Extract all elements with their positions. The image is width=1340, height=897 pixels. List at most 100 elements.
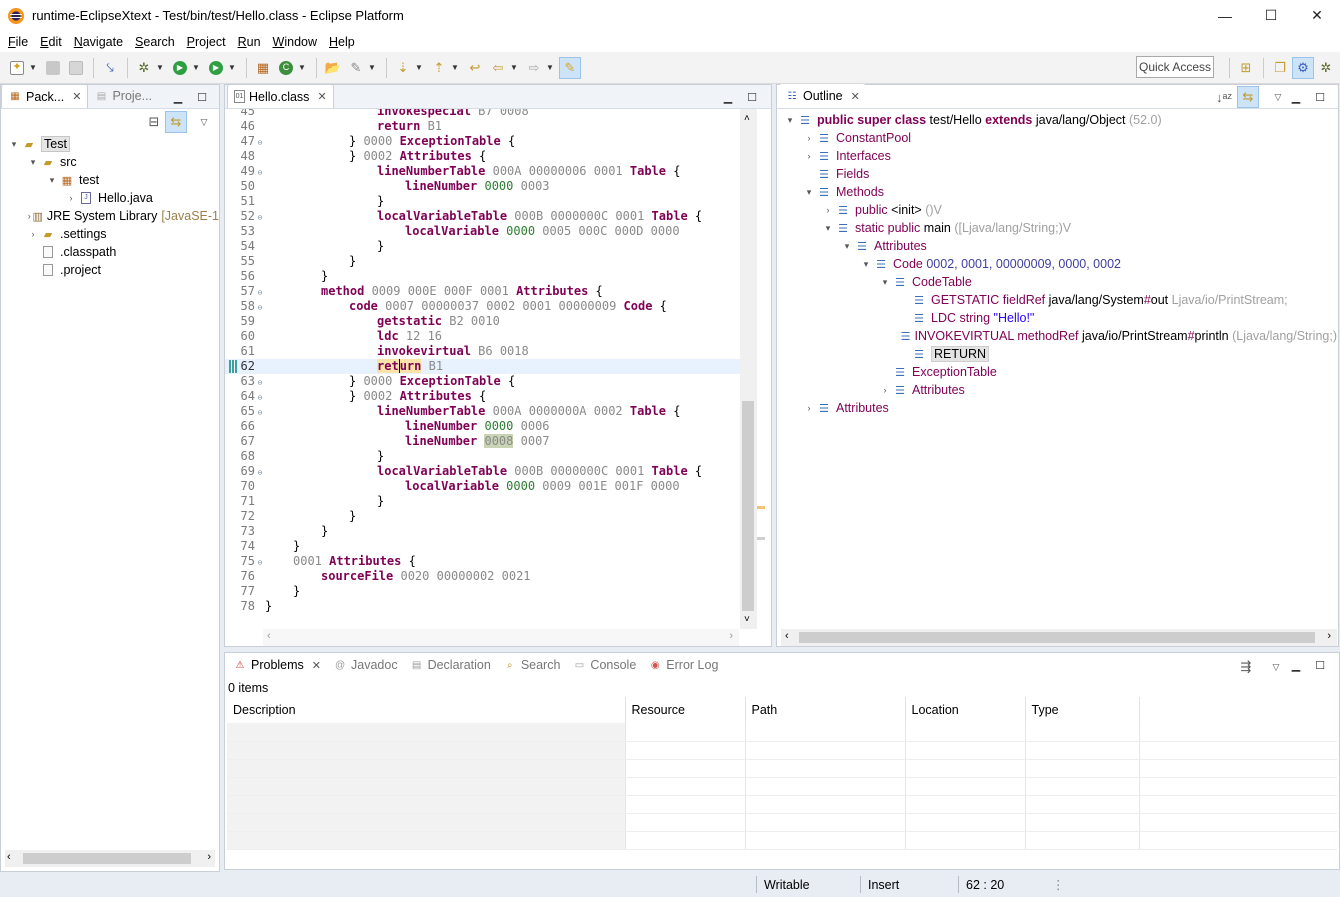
- code-line[interactable]: 76 sourceFile 0020 00000002 0021: [225, 569, 741, 584]
- outline-item[interactable]: ▾ ☰ CodeTable: [777, 273, 1337, 291]
- tab-console[interactable]: ▭ Console: [566, 653, 642, 677]
- external-tools-icon[interactable]: ▶: [205, 57, 227, 79]
- last-edit-location-icon[interactable]: ↩: [464, 57, 486, 79]
- resource-perspective-icon[interactable]: ❐: [1269, 57, 1291, 79]
- menu-edit[interactable]: Edit: [34, 35, 68, 49]
- tab-search[interactable]: ⌕ Search: [497, 653, 567, 677]
- open-perspective-icon[interactable]: ⊞: [1235, 57, 1257, 79]
- chevron-right-icon[interactable]: ›: [64, 193, 78, 203]
- menu-navigate[interactable]: Navigate: [68, 35, 129, 49]
- outline-item[interactable]: ☰ GETSTATIC fieldRef java/lang/System#out…: [777, 291, 1337, 309]
- previous-annotation-icon[interactable]: ⇡: [428, 57, 450, 79]
- code-line[interactable]: 50 lineNumber 0000 0003: [225, 179, 741, 194]
- tab-javadoc[interactable]: @ Javadoc: [327, 653, 404, 677]
- open-type-icon[interactable]: 📂: [322, 57, 344, 79]
- filter-icon[interactable]: ⇶: [1235, 656, 1257, 678]
- chevron-right-icon[interactable]: ›: [802, 133, 816, 143]
- fold-toggle-icon[interactable]: ⊖: [255, 405, 265, 420]
- back-dropdown-icon[interactable]: ▼: [510, 63, 519, 72]
- code-line[interactable]: 78}: [225, 599, 741, 614]
- chevron-down-icon[interactable]: ▾: [821, 223, 835, 234]
- tab-outline[interactable]: ☷ Outline ✕: [779, 84, 866, 108]
- debug-dropdown-icon[interactable]: ▼: [156, 63, 165, 72]
- menu-run[interactable]: Run: [232, 35, 267, 49]
- tab-hello-class[interactable]: 01 Hello.class ✕: [227, 84, 334, 108]
- code-line[interactable]: 58 ⊖ code 0007 00000037 0002 0001 00000009…: [225, 299, 741, 314]
- code-line[interactable]: 66 lineNumber 0000 0006: [225, 419, 741, 434]
- minimize-view-icon[interactable]: ▁: [1289, 90, 1303, 104]
- tab-declaration[interactable]: ▤ Declaration: [404, 653, 497, 677]
- code-line[interactable]: 72}: [225, 509, 741, 524]
- tree-item[interactable]: › J Hello.java: [1, 189, 219, 207]
- code-line[interactable]: 59 getstatic B2 0010: [225, 314, 741, 329]
- tab-error-log[interactable]: ◉ Error Log: [642, 653, 724, 677]
- maximize-view-icon[interactable]: ☐: [1313, 90, 1327, 104]
- code-line[interactable]: 56}: [225, 269, 741, 284]
- overview-ruler-marker[interactable]: [757, 506, 765, 509]
- outline-item[interactable]: › ☰ Attributes: [777, 399, 1337, 417]
- minimize-button[interactable]: —: [1202, 0, 1248, 31]
- column-location[interactable]: Location: [905, 697, 1026, 723]
- code-line[interactable]: 77}: [225, 584, 741, 599]
- new-icon[interactable]: ✦: [6, 57, 28, 79]
- minimize-editor-icon[interactable]: ▁: [721, 90, 735, 104]
- code-line[interactable]: 52 ⊖ localVariableTable 000B 0000000C 0001…: [225, 209, 741, 224]
- outline-item[interactable]: › ☰ Attributes: [777, 381, 1337, 399]
- outline-item[interactable]: ☰ INVOKEVIRTUAL methodRef java/io/PrintSt…: [777, 327, 1337, 345]
- close-icon[interactable]: ✕: [317, 90, 326, 103]
- chevron-down-icon[interactable]: ▾: [7, 139, 21, 150]
- chevron-down-icon[interactable]: ▾: [878, 277, 892, 288]
- code-line[interactable]: 74}: [225, 539, 741, 554]
- minimize-view-icon[interactable]: ▁: [171, 90, 185, 104]
- close-icon[interactable]: ✕: [312, 659, 321, 672]
- tree-item[interactable]: › ▥ JRE System Library [JavaSE-1: [1, 207, 219, 225]
- menu-window[interactable]: Window: [267, 35, 323, 49]
- outline-item[interactable]: ☰ Fields: [777, 165, 1337, 183]
- next-annotation-icon[interactable]: ⇣: [392, 57, 414, 79]
- code-line[interactable]: 61 invokevirtual B6 0018: [225, 344, 741, 359]
- outline-item[interactable]: ▾ ☰ Code 0002, 0001, 00000009, 0000, 0002: [777, 255, 1337, 273]
- debug-icon[interactable]: ✲: [133, 57, 155, 79]
- close-icon[interactable]: ✕: [851, 90, 860, 103]
- tab-package-explorer[interactable]: ▦ Pack... ✕: [1, 84, 89, 108]
- overview-ruler-marker[interactable]: [757, 537, 765, 540]
- skip-breakpoints-icon[interactable]: ⤥: [99, 57, 121, 79]
- minimize-view-icon[interactable]: ▁: [1289, 658, 1303, 672]
- tree-item[interactable]: › ▰ .settings: [1, 225, 219, 243]
- code-line[interactable]: 53 localVariable 0000 0005 000C 000D 0000: [225, 224, 741, 239]
- column-type[interactable]: Type: [1025, 697, 1140, 723]
- menu-project[interactable]: Project: [181, 35, 232, 49]
- fold-toggle-icon[interactable]: ⊖: [255, 465, 265, 480]
- fold-toggle-icon[interactable]: ⊖: [255, 390, 265, 405]
- code-line[interactable]: 71}: [225, 494, 741, 509]
- code-line[interactable]: 57 ⊖ method 0009 000E 000F 0001 Attributes…: [225, 284, 741, 299]
- code-line[interactable]: 49 ⊖ lineNumberTable 000A 00000006 0001 Ta…: [225, 164, 741, 179]
- outline-item[interactable]: › ☰ ConstantPool: [777, 129, 1337, 147]
- code-line[interactable]: 75 ⊖ 0001 Attributes {: [225, 554, 741, 569]
- view-menu-icon[interactable]: ▽: [193, 111, 215, 133]
- next-annotation-dropdown-icon[interactable]: ▼: [415, 63, 424, 72]
- link-with-editor-icon[interactable]: ⇆: [165, 111, 187, 133]
- chevron-down-icon[interactable]: ▾: [45, 175, 59, 186]
- menu-file[interactable]: File: [2, 35, 34, 49]
- outline-item[interactable]: ▾ ☰ Methods: [777, 183, 1337, 201]
- code-line[interactable]: 79: [225, 614, 741, 616]
- code-line[interactable]: 55}: [225, 254, 741, 269]
- maximize-button[interactable]: ☐: [1248, 0, 1294, 31]
- code-line[interactable]: 62 return B1: [225, 359, 741, 374]
- fold-toggle-icon[interactable]: ⊖: [255, 285, 265, 300]
- code-line[interactable]: 47 ⊖} 0000 ExceptionTable {: [225, 134, 741, 149]
- code-line[interactable]: 63 ⊖} 0000 ExceptionTable {: [225, 374, 741, 389]
- quick-access-input[interactable]: Quick Access: [1136, 56, 1214, 78]
- sort-icon[interactable]: ↓ᵃᶻ: [1213, 86, 1235, 108]
- forward-dropdown-icon[interactable]: ▼: [546, 63, 555, 72]
- code-line[interactable]: 45 invokespecial B7 0008: [225, 109, 741, 119]
- chevron-right-icon[interactable]: ›: [878, 385, 892, 395]
- horizontal-scrollbar[interactable]: ‹ ›: [263, 629, 739, 646]
- tree-item[interactable]: ▾ ▦ test: [1, 171, 219, 189]
- scroll-thumb[interactable]: [742, 401, 754, 611]
- collapse-all-icon[interactable]: ⊟: [143, 111, 165, 133]
- link-with-editor-icon[interactable]: ⇆: [1237, 86, 1259, 108]
- previous-annotation-dropdown-icon[interactable]: ▼: [451, 63, 460, 72]
- new-java-package-icon[interactable]: ▦: [252, 57, 274, 79]
